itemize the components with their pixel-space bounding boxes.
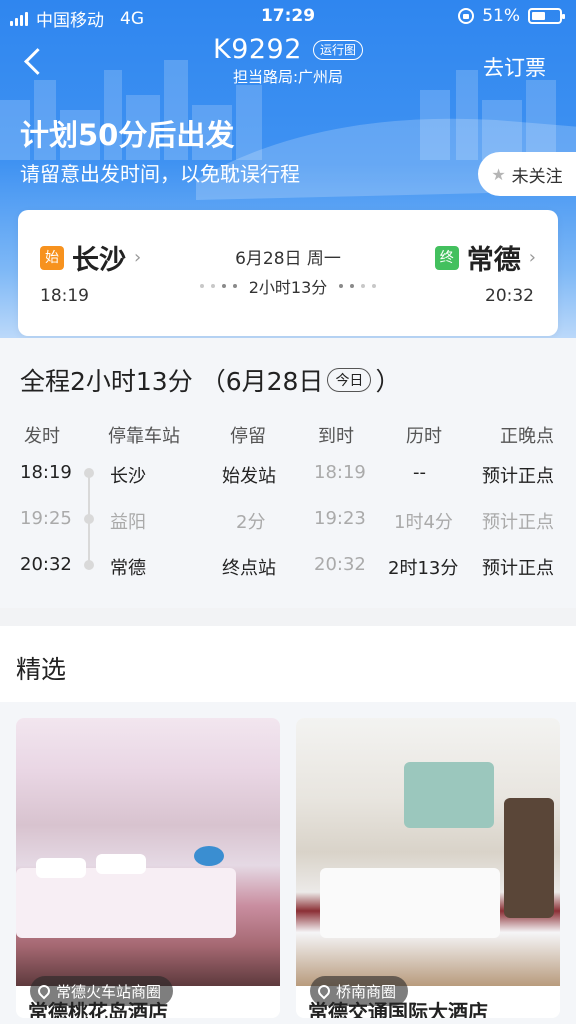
col-header-stop: 停留 <box>230 426 266 447</box>
run-diagram-button[interactable]: 运行图 <box>313 39 364 60</box>
col-header-depart: 发时 <box>24 426 60 447</box>
destination-station[interactable]: 终 常德 › <box>434 238 536 277</box>
row-status: 预计正点 <box>482 512 554 533</box>
route-card: 始 长沙 › 18:19 6月28日 周一 2小时13分 终 常德 › 20:3… <box>18 210 558 336</box>
row-status: 预计正点 <box>482 466 554 487</box>
window-shape <box>404 762 494 828</box>
col-header-arrive: 到时 <box>318 426 354 447</box>
door-shape <box>504 798 554 918</box>
bed-shape <box>16 868 236 938</box>
row-station: 常德 <box>110 558 146 579</box>
hotel-photo <box>296 718 560 986</box>
total-duration: 全程2小时13分 <box>20 367 193 396</box>
follow-label: 未关注 <box>511 166 563 187</box>
col-header-status: 正晚点 <box>500 426 554 447</box>
col-header-elapsed: 历时 <box>406 426 442 447</box>
battery-percent: 51% <box>482 6 520 26</box>
today-badge: 今日 <box>327 368 372 392</box>
row-elapsed: -- <box>413 462 426 483</box>
hotel-card[interactable]: 常德火车站商圈 常德桃花岛酒店 <box>16 718 280 1018</box>
col-header-station: 停靠车站 <box>108 426 180 447</box>
schedule-title: 全程2小时13分 （6月28日 今日 ） <box>20 362 400 398</box>
row-arrive: 20:32 <box>314 554 366 575</box>
row-station: 益阳 <box>110 512 146 533</box>
ball-shape <box>194 846 224 866</box>
stop-node <box>84 514 94 524</box>
schedule-title-close: ） <box>375 367 401 396</box>
rotation-lock-icon <box>458 8 475 24</box>
hotel-name: 常德交通国际大酒店 <box>308 1000 488 1018</box>
row-depart: 18:19 <box>20 462 72 483</box>
travel-duration-row: 2小时13分 <box>18 274 558 298</box>
follow-button[interactable]: ★ 未关注 <box>478 152 576 196</box>
nav-bar: K9292 运行图 担当路局:广州局 去订票 <box>0 34 576 90</box>
hotel-photo <box>16 718 280 986</box>
row-elapsed: 1时4分 <box>394 512 453 533</box>
status-bar: 中国移动 4G 17:29 51% <box>0 0 576 34</box>
dots-decoration <box>339 284 377 288</box>
travel-duration: 2小时13分 <box>248 278 328 297</box>
book-ticket-button[interactable]: 去订票 <box>483 52 546 82</box>
row-stop: 始发站 <box>222 466 276 487</box>
row-arrive: 19:23 <box>314 508 366 529</box>
destination-time: 20:32 <box>485 286 534 306</box>
pillow-shape <box>96 854 146 874</box>
row-station: 长沙 <box>110 466 146 487</box>
hotel-card[interactable]: 桥南商圈 常德交通国际大酒店 <box>296 718 560 1018</box>
chevron-right-icon: › <box>528 247 536 268</box>
featured-section: 精选 常德火车站商圈 常德桃花岛酒店 桥南商圈 常德交通国际大酒店 <box>0 626 576 1024</box>
row-status: 预计正点 <box>482 558 554 579</box>
star-icon: ★ <box>491 164 506 184</box>
schedule-section: 全程2小时13分 （6月28日 今日 ） 发时 停靠车站 停留 到时 历时 正晚… <box>0 338 576 608</box>
hotel-name: 常德桃花岛酒店 <box>28 1000 168 1018</box>
departure-countdown: 计划50分后出发 <box>20 118 235 152</box>
row-depart: 19:25 <box>20 508 72 529</box>
bed-shape <box>320 868 500 938</box>
row-depart: 20:32 <box>20 554 72 575</box>
row-arrive: 18:19 <box>314 462 366 483</box>
stop-node <box>84 468 94 478</box>
row-elapsed: 2时13分 <box>388 558 459 579</box>
row-stop: 2分 <box>236 512 266 533</box>
featured-title: 精选 <box>16 655 67 684</box>
pillow-shape <box>36 858 86 878</box>
stop-node <box>84 560 94 570</box>
train-number: K9292 <box>212 34 302 65</box>
schedule-date: （6月28日 <box>200 367 324 396</box>
destination-tag: 终 <box>434 245 459 270</box>
row-stop: 终点站 <box>222 558 276 579</box>
battery-icon <box>528 8 565 24</box>
destination-name: 常德 <box>466 245 521 276</box>
dots-decoration <box>199 284 237 288</box>
departure-reminder: 请留意出发时间，以免耽误行程 <box>20 162 300 186</box>
